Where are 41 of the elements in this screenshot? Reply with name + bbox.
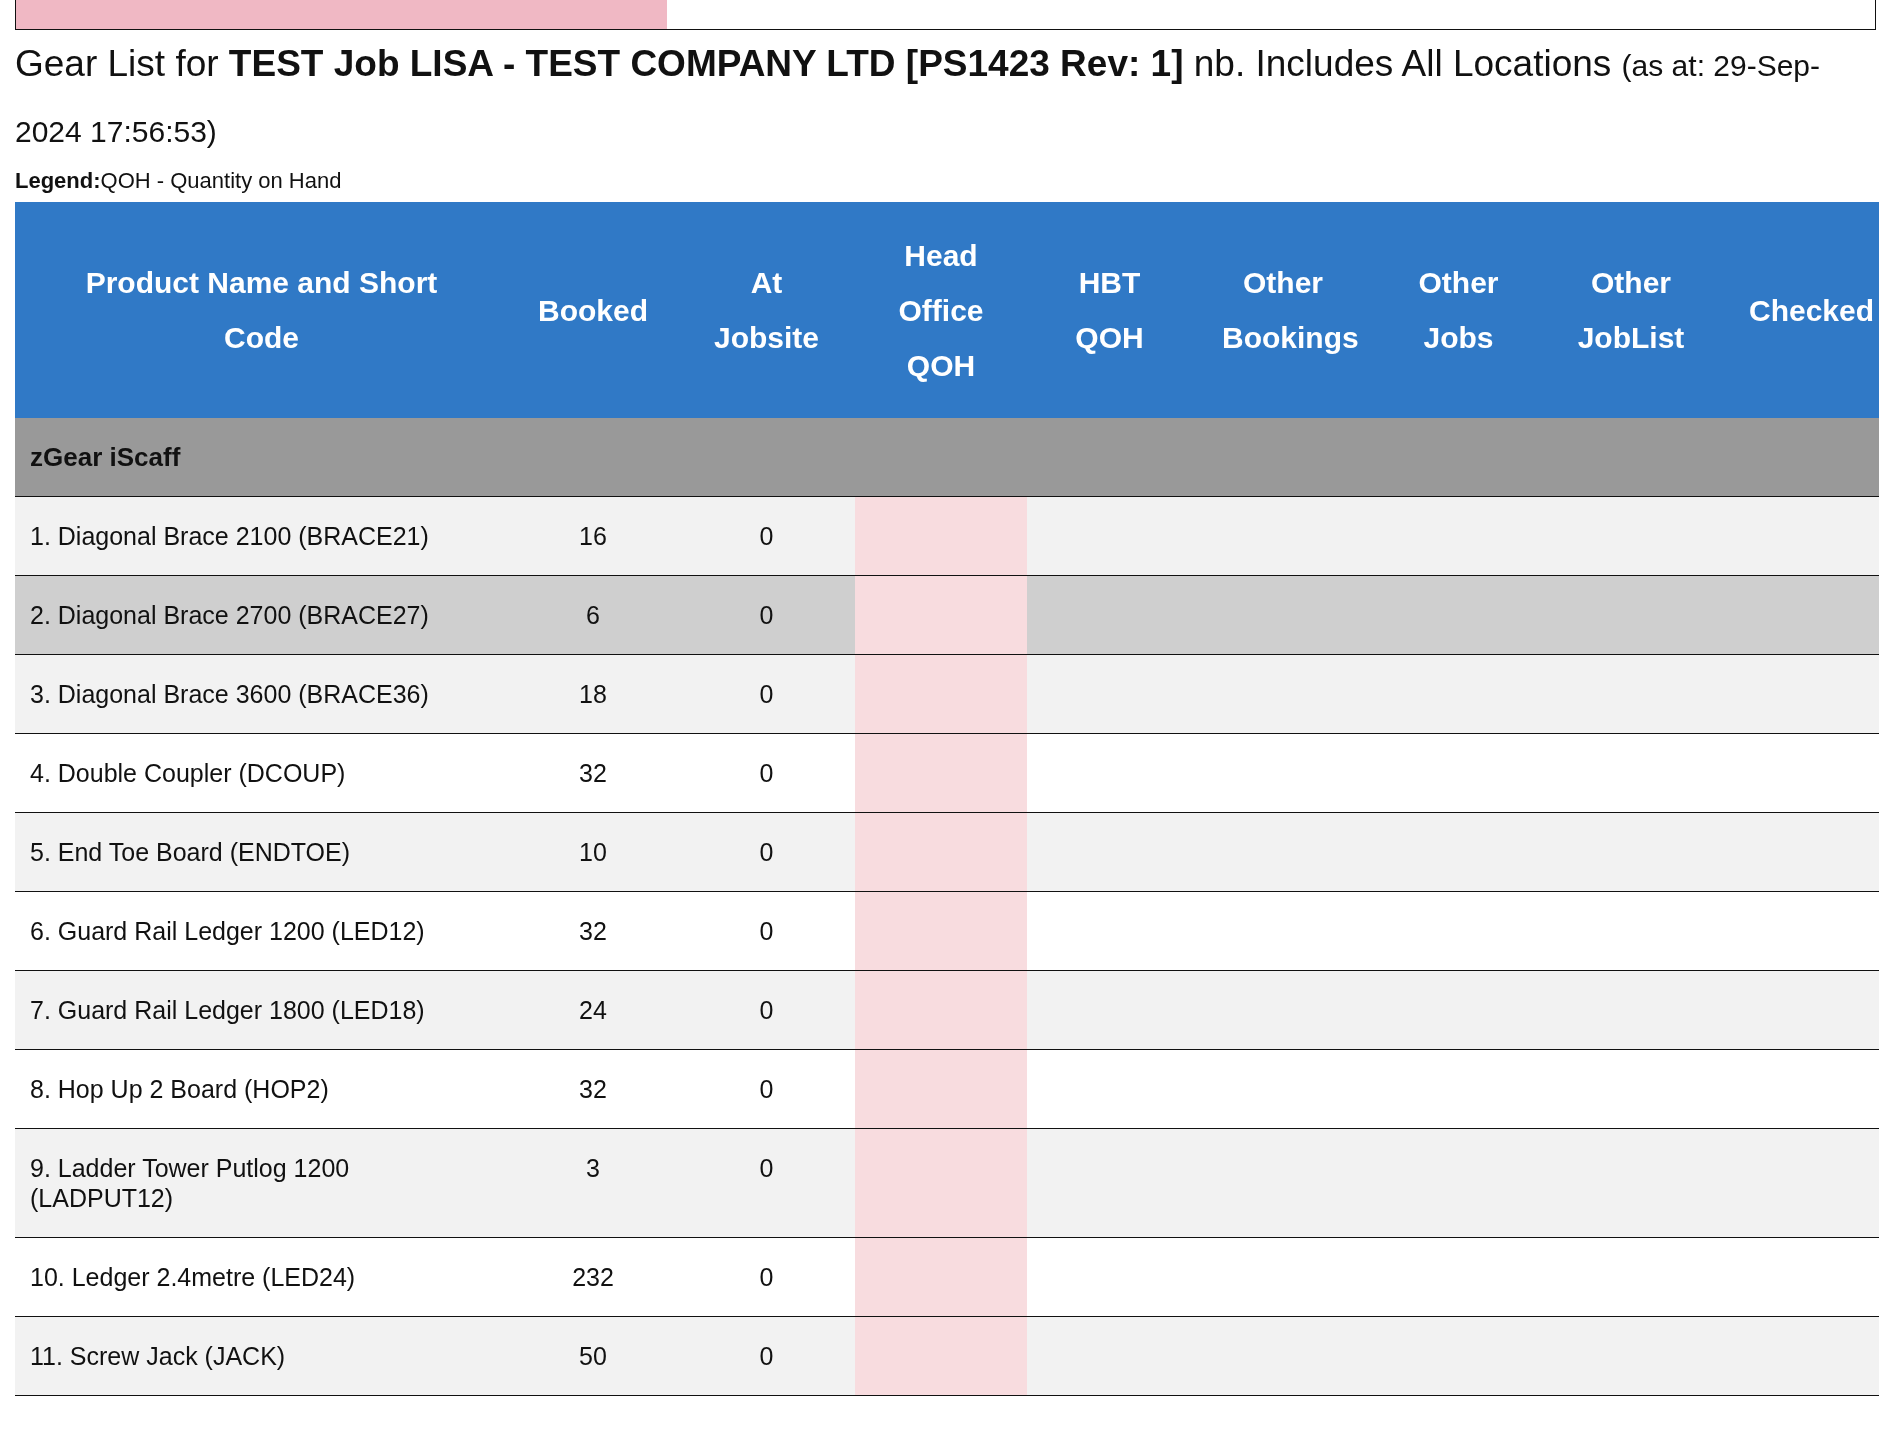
jobsite-cell: 0 bbox=[678, 812, 855, 892]
column-header: Other Jobs bbox=[1374, 202, 1543, 418]
booked-cell: 6 bbox=[508, 575, 678, 655]
booked-cell: 50 bbox=[508, 1316, 678, 1396]
booked-cell: 18 bbox=[508, 654, 678, 734]
column-header: Booked bbox=[508, 202, 678, 418]
product-cell: 5. End Toe Board (ENDTOE) bbox=[15, 812, 508, 892]
column-header: Head Office QOH bbox=[855, 202, 1027, 418]
jobsite-cell: 0 bbox=[678, 1128, 855, 1238]
jobsite-cell: 0 bbox=[678, 575, 855, 655]
column-header: Other Bookings bbox=[1192, 202, 1374, 418]
column-header: HBT QOH bbox=[1027, 202, 1192, 418]
jobsite-cell: 0 bbox=[678, 1316, 855, 1396]
booked-cell: 10 bbox=[508, 812, 678, 892]
product-cell: 2. Diagonal Brace 2700 (BRACE27) bbox=[15, 575, 508, 655]
column-header: Other JobList bbox=[1543, 202, 1719, 418]
column-header: At Jobsite bbox=[678, 202, 855, 418]
product-cell: 11. Screw Jack (JACK) bbox=[15, 1316, 508, 1396]
booked-cell: 232 bbox=[508, 1237, 678, 1317]
product-cell: 6. Guard Rail Ledger 1200 (LED12) bbox=[15, 891, 508, 971]
column-header: Product Name and Short Code bbox=[15, 202, 508, 418]
product-cell: 7. Guard Rail Ledger 1800 (LED18) bbox=[15, 970, 508, 1050]
booked-cell: 32 bbox=[508, 891, 678, 971]
product-cell: 4. Double Coupler (DCOUP) bbox=[15, 733, 508, 813]
column-header: Checked bbox=[1719, 202, 1879, 418]
jobsite-cell: 0 bbox=[678, 970, 855, 1050]
product-cell: 10. Ledger 2.4metre (LED24) bbox=[15, 1237, 508, 1317]
product-cell: 8. Hop Up 2 Board (HOP2) bbox=[15, 1049, 508, 1129]
jobsite-cell: 0 bbox=[678, 496, 855, 576]
legend-text: Legend:QOH - Quantity on Hand bbox=[15, 168, 343, 194]
jobsite-cell: 0 bbox=[678, 654, 855, 734]
page-title: Gear List for TEST Job LISA - TEST COMPANY LTD [PS1423 Rev: 1] nb. Includes All Locations (as at: 29-Sep-2024 17:56:53) bbox=[15, 42, 1822, 150]
booked-cell: 3 bbox=[508, 1128, 678, 1238]
product-cell: 9. Ladder Tower Putlog 1200 (LADPUT12) bbox=[15, 1128, 508, 1238]
booked-cell: 32 bbox=[508, 1049, 678, 1129]
product-cell: 3. Diagonal Brace 3600 (BRACE36) bbox=[15, 654, 508, 734]
booked-cell: 16 bbox=[508, 496, 678, 576]
booked-cell: 24 bbox=[508, 970, 678, 1050]
booked-cell: 32 bbox=[508, 733, 678, 813]
group-header: zGear iScaff bbox=[15, 418, 1879, 497]
product-cell: 1. Diagonal Brace 2100 (BRACE21) bbox=[15, 496, 508, 576]
